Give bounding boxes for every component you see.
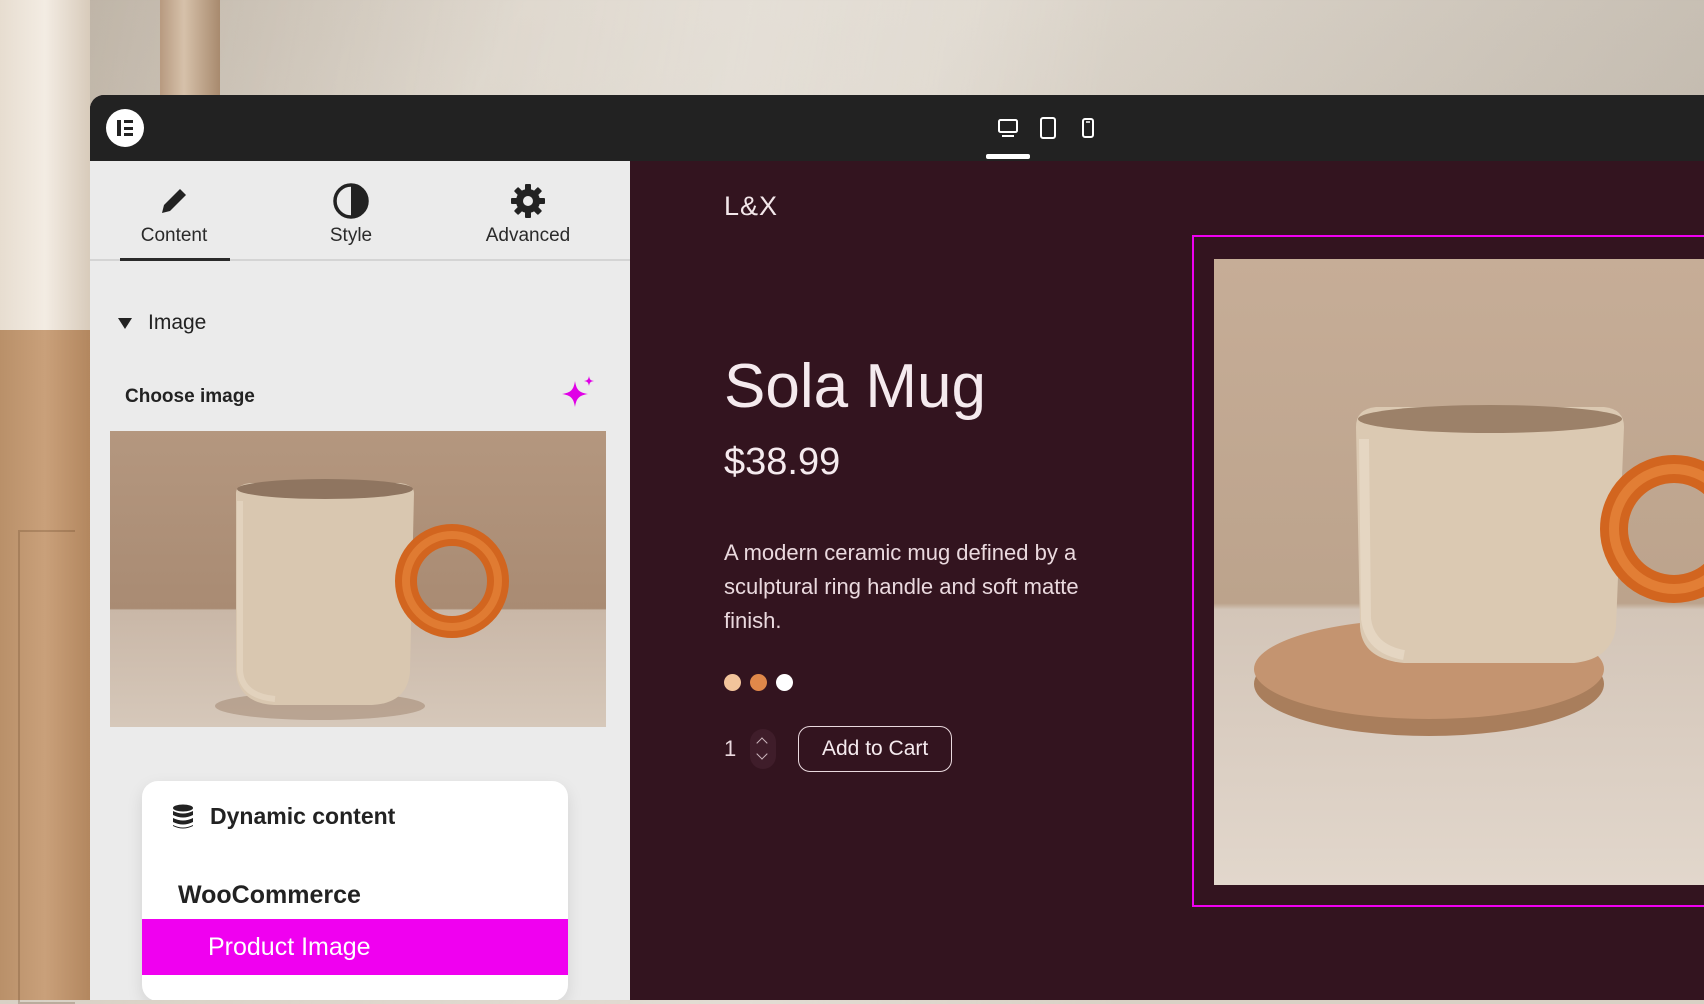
tab-advanced[interactable]: Advanced xyxy=(448,161,608,259)
swatch-orange[interactable] xyxy=(750,674,767,691)
page-canvas: L&X Sola Mug $38.99 A modern ceramic mug… xyxy=(630,161,1704,1000)
background-cabinet xyxy=(0,330,90,1004)
tab-advanced-label: Advanced xyxy=(485,225,571,246)
product-title: Sola Mug xyxy=(724,352,986,421)
dynamic-content-title: Dynamic content xyxy=(210,803,396,829)
product-description: A modern ceramic mug defined by a sculpt… xyxy=(724,540,1079,633)
top-bar xyxy=(90,95,1704,161)
brand-logo[interactable]: L&X xyxy=(724,191,778,222)
quantity-value[interactable]: 1 xyxy=(724,736,750,762)
mobile-icon xyxy=(1082,118,1094,138)
mobile-view-button[interactable] xyxy=(1066,95,1110,161)
dynamic-group-label: WooCommerce xyxy=(178,881,361,909)
tablet-icon xyxy=(1040,117,1056,139)
mug-thumbnail xyxy=(215,479,509,720)
background-wall xyxy=(0,0,1704,110)
contrast-icon xyxy=(333,183,369,219)
image-preview[interactable] xyxy=(110,431,606,727)
pencil-icon xyxy=(162,186,189,213)
editor-window: Content Style Advanced Image Choose imag… xyxy=(90,95,1704,1000)
swatch-white[interactable] xyxy=(776,674,793,691)
caret-down-icon xyxy=(118,317,132,329)
product-image[interactable] xyxy=(1214,259,1704,885)
image-section-toggle[interactable]: Image xyxy=(118,311,206,335)
background-pillar xyxy=(0,0,90,330)
desktop-icon xyxy=(998,119,1018,137)
dynamic-option-label: Product Image xyxy=(208,932,371,961)
tab-style-label: Style xyxy=(329,225,373,246)
color-swatches xyxy=(724,674,793,691)
tab-style[interactable]: Style xyxy=(271,161,431,259)
chevron-down-icon[interactable] xyxy=(756,748,768,760)
dynamic-option-product-image[interactable]: Product Image xyxy=(142,919,568,975)
tab-content[interactable]: Content xyxy=(94,161,254,261)
add-to-cart-button[interactable]: Add to Cart xyxy=(798,726,953,772)
elementor-logo-icon[interactable] xyxy=(106,109,144,147)
product-price: $38.99 xyxy=(724,441,841,483)
mug-photo xyxy=(1254,405,1704,736)
panel-tabs: Content Style Advanced xyxy=(90,161,630,261)
gear-icon xyxy=(511,184,545,218)
swatch-peach[interactable] xyxy=(724,674,741,691)
dynamic-content-header: Dynamic content xyxy=(172,803,395,830)
dynamic-content-dropdown: Dynamic content WooCommerce Product Imag… xyxy=(142,781,568,1000)
desktop-view-button[interactable] xyxy=(986,95,1030,161)
image-section-title: Image xyxy=(148,311,207,334)
quantity-stepper[interactable] xyxy=(750,729,776,769)
tablet-view-button[interactable] xyxy=(1026,95,1070,161)
database-icon xyxy=(173,804,193,828)
choose-image-label: Choose image xyxy=(125,386,255,407)
tab-content-label: Content xyxy=(140,225,208,246)
editor-panel: Content Style Advanced Image Choose imag… xyxy=(90,161,630,1000)
chevron-up-icon[interactable] xyxy=(756,737,768,749)
quantity-row: 1 Add to Cart xyxy=(724,726,953,772)
background-window-frame xyxy=(160,0,220,110)
sparkle-icon[interactable] xyxy=(558,373,598,413)
